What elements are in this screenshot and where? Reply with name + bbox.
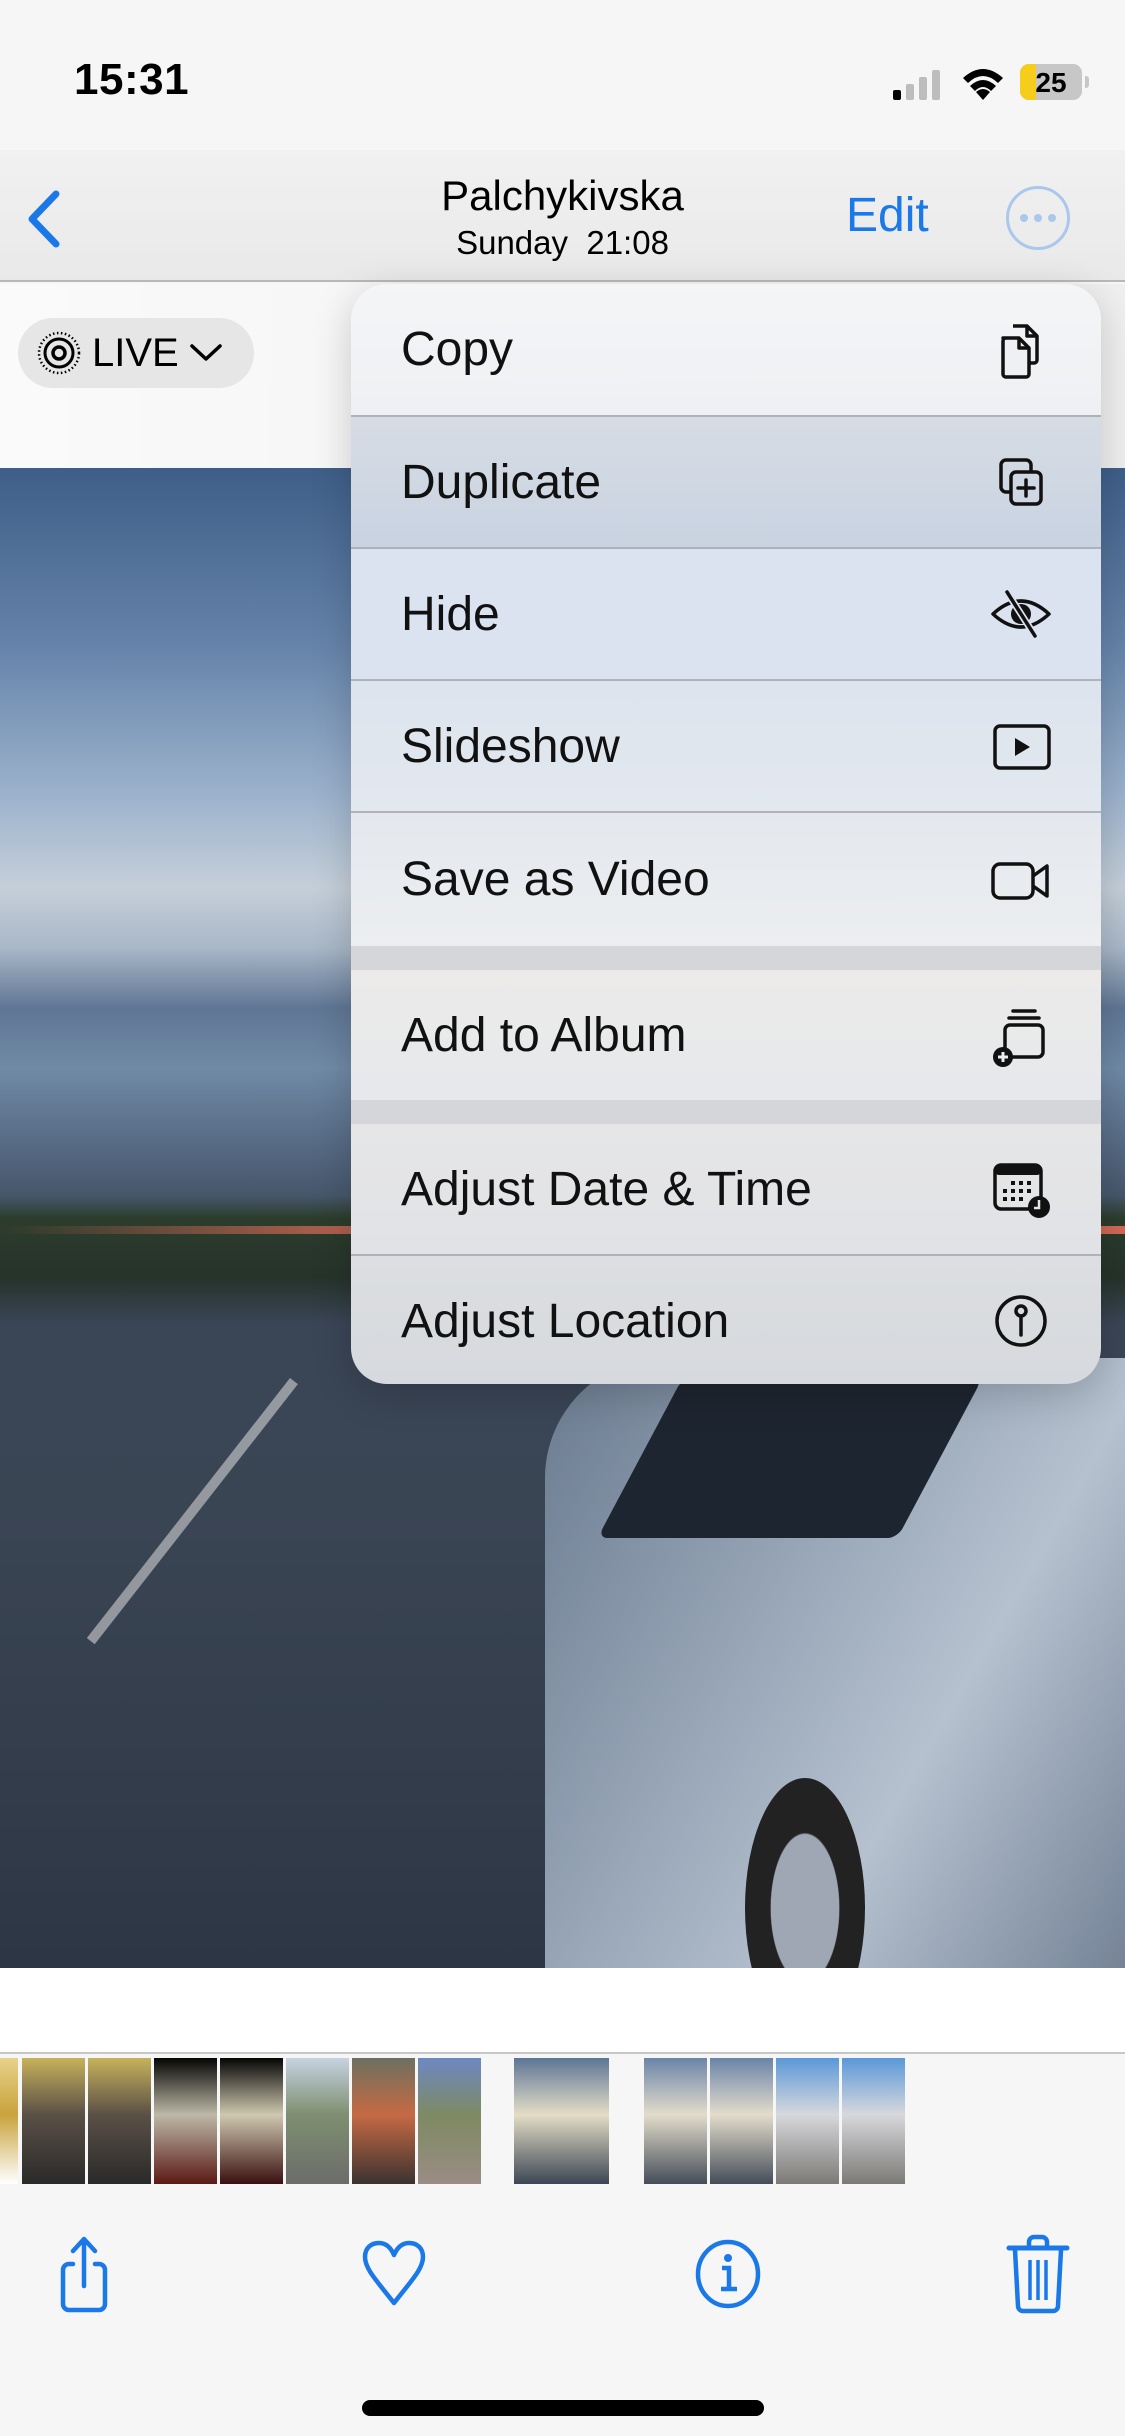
menu-group-divider [351,946,1101,970]
filmstrip-thumbnail[interactable] [22,2058,85,2184]
delete-button[interactable] [998,2234,1078,2314]
info-circle-icon [695,2239,761,2309]
filmstrip[interactable] [0,2058,1125,2184]
photo-bottom-margin [0,1968,1125,2054]
menu-item-hide[interactable]: Hide [351,549,1101,679]
menu-item-label: Save as Video [401,853,710,906]
menu-item-add-to-album[interactable]: Add to Album [351,970,1101,1100]
ellipsis-dot [1034,214,1042,222]
menu-item-label: Copy [401,323,514,376]
menu-item-label: Slideshow [401,719,620,773]
menu-item-label: Adjust Location [401,1294,730,1348]
filmstrip-thumbnail[interactable] [88,2058,151,2184]
location-pin-circle-icon [995,1295,1047,1347]
status-bar: 15:31 25 [0,0,1125,150]
photo-viewer-screen: 15:31 25 Palchykivska Sunday 21:08 Edit [0,0,1125,2436]
live-photo-icon [37,331,81,375]
menu-item-adjust-location[interactable]: Adjust Location [351,1256,1101,1384]
filmstrip-thumbnail[interactable] [220,2058,283,2184]
live-photo-button[interactable]: LIVE [18,318,254,388]
live-label: LIVE [92,330,179,375]
navigation-bar: Palchykivska Sunday 21:08 Edit [0,150,1125,282]
filmstrip-thumbnail-current[interactable] [514,2058,609,2184]
nav-subtitle: Sunday 21:08 [456,224,669,261]
menu-item-label: Adjust Date & Time [401,1162,812,1216]
chevron-down-icon [189,344,222,361]
play-rectangle-icon [993,724,1051,770]
menu-group-divider [351,1100,1101,1124]
cellular-signal-icon [893,70,940,100]
ellipsis-dot [1048,214,1056,222]
wifi-icon [963,69,1003,100]
ellipsis-circle-icon [1020,214,1028,222]
eye-slash-icon [991,590,1051,638]
share-button[interactable] [44,2234,124,2314]
menu-item-duplicate[interactable]: Duplicate [351,417,1101,547]
filmstrip-thumbnail[interactable] [842,2058,905,2184]
calendar-clock-icon [993,1163,1050,1218]
info-button[interactable] [688,2234,768,2314]
filmstrip-thumbnail[interactable] [776,2058,839,2184]
menu-item-copy[interactable]: Copy [351,284,1101,415]
duplicate-icon [999,458,1043,506]
nav-title: Palchykivska [441,172,684,219]
menu-item-label: Add to Album [401,1008,687,1062]
filmstrip-thumbnail[interactable] [352,2058,415,2184]
menu-item-save-as-video[interactable]: Save as Video [351,813,1101,946]
filmstrip-thumbnail[interactable] [644,2058,707,2184]
add-to-album-icon [993,1009,1045,1067]
context-menu: Copy Duplicate Hide Slideshow Save as Vi… [351,284,1101,1384]
filmstrip-thumbnail[interactable] [0,2058,18,2184]
filmstrip-thumbnail[interactable] [710,2058,773,2184]
video-camera-icon [991,861,1049,900]
battery-level: 25 [1035,67,1067,98]
favorite-button[interactable] [354,2234,434,2314]
battery-tip [1085,76,1089,88]
home-indicator[interactable] [362,2400,764,2416]
status-time: 15:31 [74,55,190,104]
filmstrip-thumbnail[interactable] [154,2058,217,2184]
trash-icon [1006,2234,1070,2314]
more-button[interactable] [1006,186,1070,250]
menu-item-label: Duplicate [401,455,602,509]
menu-item-slideshow[interactable]: Slideshow [351,681,1101,811]
bottom-toolbar [0,2184,1125,2436]
heart-icon [362,2240,426,2306]
edit-button[interactable]: Edit [846,188,929,243]
parking-line [86,1378,298,1645]
filmstrip-thumbnail[interactable] [286,2058,349,2184]
copy-icon [1001,323,1039,379]
menu-item-label: Hide [401,587,500,641]
menu-item-adjust-date-time[interactable]: Adjust Date & Time [351,1124,1101,1254]
share-icon [60,2236,108,2313]
filmstrip-thumbnail[interactable] [418,2058,481,2184]
battery-icon: 25 [1020,64,1082,100]
